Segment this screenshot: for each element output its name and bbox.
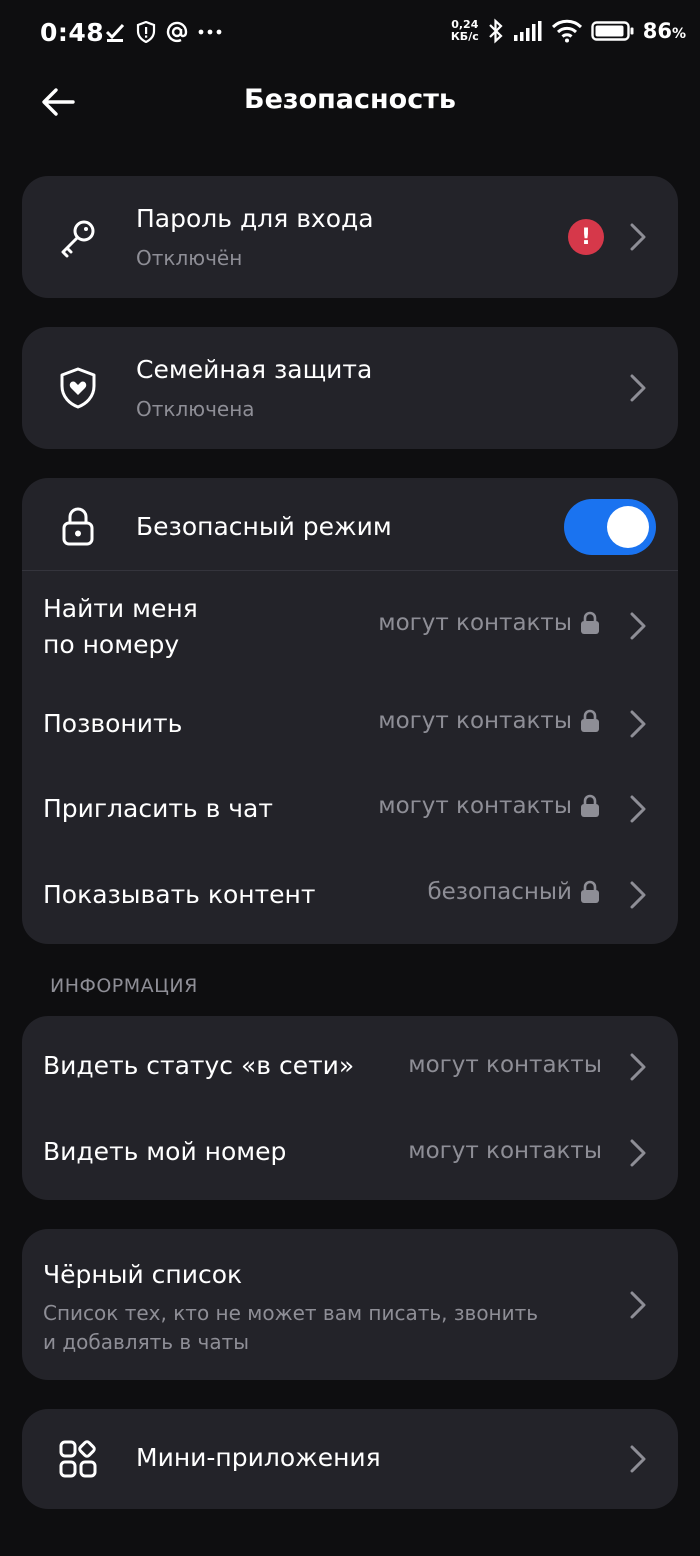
safe-mode-toggle[interactable] bbox=[564, 499, 656, 555]
bluetooth-icon bbox=[488, 18, 503, 44]
online-status-label: Видеть статус «в сети» bbox=[43, 1051, 355, 1080]
chevron-right-icon bbox=[630, 1139, 646, 1167]
invite-to-chat-value: могут контакты bbox=[378, 793, 600, 819]
key-icon bbox=[61, 220, 95, 258]
find-by-number-label: Найти меня по номеру bbox=[43, 594, 198, 659]
lock-small-icon bbox=[581, 880, 599, 903]
information-card: Видеть статус «в сети» могут контакты Ви… bbox=[22, 1016, 678, 1200]
shield-heart-icon bbox=[60, 367, 96, 409]
invite-to-chat-row[interactable]: Пригласить в чат могут контакты bbox=[22, 766, 678, 851]
safe-mode-card: Безопасный режим Найти меня по номеру мо… bbox=[22, 478, 678, 944]
check-download-icon bbox=[105, 23, 125, 42]
section-title-information: ИНФОРМАЦИЯ bbox=[50, 975, 198, 997]
status-time: 0:48 bbox=[40, 18, 105, 47]
apps-grid-icon bbox=[59, 1440, 97, 1478]
login-password-status: Отключён bbox=[136, 246, 243, 270]
more-dots-icon bbox=[198, 29, 222, 35]
at-sign-icon bbox=[166, 21, 188, 43]
show-content-row[interactable]: Показывать контент безопасный bbox=[22, 851, 678, 939]
online-status-row[interactable]: Видеть статус «в сети» могут контакты bbox=[22, 1024, 678, 1110]
battery-percent: 86% bbox=[642, 19, 686, 43]
app-header: Безопасность bbox=[0, 68, 700, 138]
battery-icon bbox=[591, 21, 634, 41]
chevron-right-icon bbox=[630, 1445, 646, 1473]
wifi-icon bbox=[551, 19, 582, 43]
safe-mode-row[interactable]: Безопасный режим bbox=[22, 478, 678, 570]
find-by-number-row[interactable]: Найти меня по номеру могут контакты bbox=[22, 571, 678, 681]
invite-to-chat-label: Пригласить в чат bbox=[43, 794, 273, 823]
call-label: Позвонить bbox=[43, 709, 183, 738]
network-speed: 0,24 КБ/с bbox=[450, 18, 479, 43]
alert-badge: ! bbox=[568, 219, 604, 255]
lock-small-icon bbox=[581, 794, 599, 817]
blacklist-card[interactable]: Чёрный список Список тех, кто не может в… bbox=[22, 1229, 678, 1380]
chevron-right-icon bbox=[630, 795, 646, 823]
call-row[interactable]: Позвонить могут контакты bbox=[22, 681, 678, 766]
chevron-right-icon bbox=[630, 1291, 646, 1319]
chevron-right-icon bbox=[630, 1053, 646, 1081]
find-by-number-value: могут контакты bbox=[378, 610, 600, 636]
mini-apps-card[interactable]: Мини-приложения bbox=[22, 1409, 678, 1509]
login-password-title: Пароль для входа bbox=[136, 204, 374, 233]
call-value: могут контакты bbox=[378, 708, 600, 734]
family-protection-card[interactable]: Семейная защита Отключена bbox=[22, 327, 678, 449]
chevron-right-icon bbox=[630, 881, 646, 909]
chevron-right-icon bbox=[630, 223, 646, 251]
toggle-knob bbox=[607, 506, 649, 548]
blacklist-title: Чёрный список bbox=[43, 1260, 243, 1289]
shield-alert-icon bbox=[136, 21, 156, 43]
signal-icon bbox=[513, 21, 542, 41]
lock-icon bbox=[62, 507, 94, 546]
my-number-value: могут контакты bbox=[408, 1138, 602, 1164]
lock-small-icon bbox=[581, 709, 599, 732]
my-number-row[interactable]: Видеть мой номер могут контакты bbox=[22, 1110, 678, 1196]
show-content-label: Показывать контент bbox=[43, 880, 316, 909]
page-title: Безопасность bbox=[244, 84, 456, 115]
blacklist-subtitle: Список тех, кто не может вам писать, зво… bbox=[43, 1301, 539, 1354]
my-number-label: Видеть мой номер bbox=[43, 1137, 287, 1166]
online-status-value: могут контакты bbox=[408, 1052, 602, 1078]
chevron-right-icon bbox=[630, 374, 646, 402]
chevron-right-icon bbox=[630, 710, 646, 738]
family-protection-title: Семейная защита bbox=[136, 355, 373, 384]
show-content-value: безопасный bbox=[427, 879, 600, 905]
family-protection-status: Отключена bbox=[136, 397, 255, 421]
status-bar: 0:48 0,24 КБ/с 86% bbox=[0, 0, 700, 68]
lock-small-icon bbox=[581, 611, 599, 634]
safe-mode-title: Безопасный режим bbox=[136, 512, 392, 541]
login-password-card[interactable]: Пароль для входа Отключён ! bbox=[22, 176, 678, 298]
chevron-right-icon bbox=[630, 612, 646, 640]
mini-apps-title: Мини-приложения bbox=[136, 1443, 381, 1472]
